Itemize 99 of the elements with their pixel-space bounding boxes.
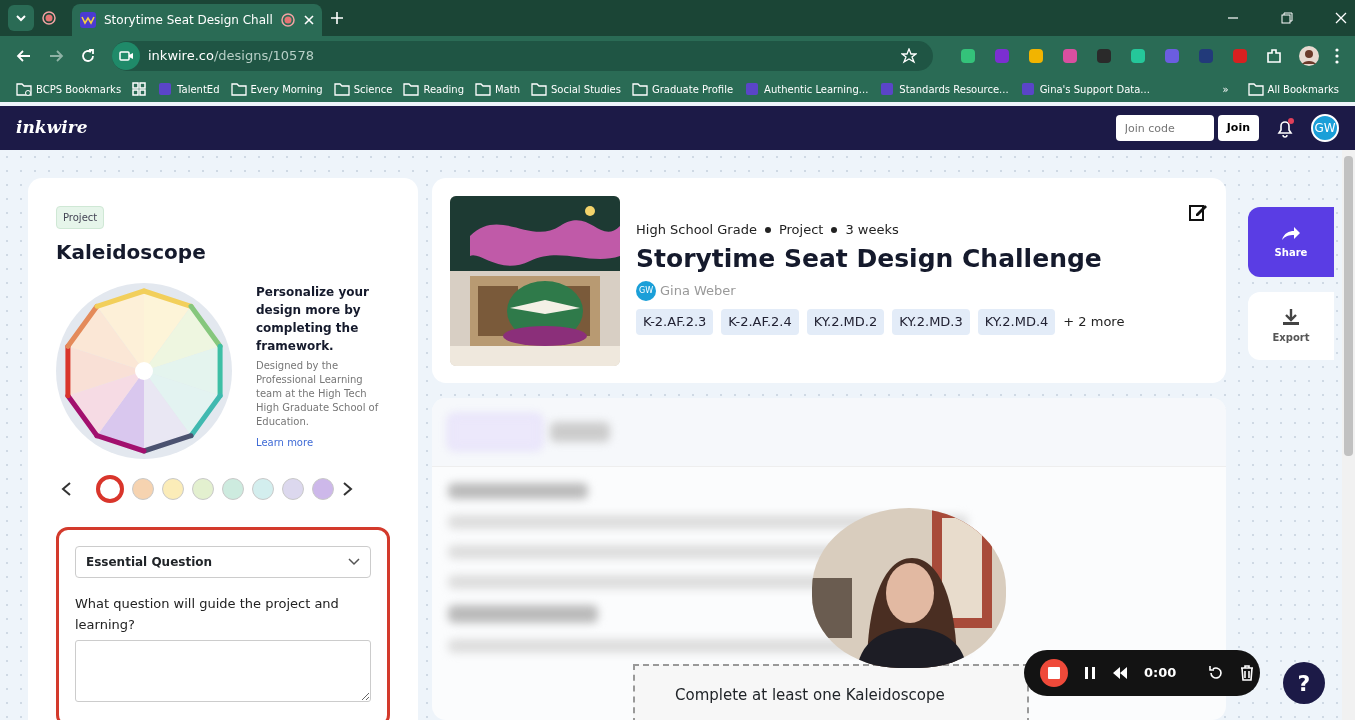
restart-icon[interactable] bbox=[1208, 665, 1225, 681]
logo[interactable]: inkwire bbox=[16, 115, 88, 141]
back-icon[interactable] bbox=[16, 48, 32, 64]
close-icon[interactable] bbox=[302, 14, 315, 26]
pause-icon[interactable] bbox=[1084, 666, 1096, 680]
standard-tag[interactable]: KY.2.MD.3 bbox=[892, 309, 970, 335]
extensions-icon[interactable] bbox=[1265, 47, 1283, 65]
stop-icon[interactable] bbox=[1040, 659, 1068, 687]
step-dot[interactable] bbox=[252, 478, 274, 500]
bookmark[interactable]: Math bbox=[475, 81, 520, 97]
share-button[interactable]: Share bbox=[1248, 207, 1334, 277]
credit-text: Designed by the Professional Learning team at the High Tech High Graduate School of Education. bbox=[256, 359, 380, 429]
share-arrow-icon bbox=[1281, 224, 1301, 241]
bookmark[interactable]: Authentic Learning... bbox=[744, 81, 869, 97]
folder-icon bbox=[230, 81, 247, 97]
profile-avatar-icon[interactable] bbox=[1299, 46, 1319, 66]
join-code-field[interactable]: Join code bbox=[1115, 115, 1214, 141]
bookmark[interactable]: Gina's Support Data... bbox=[1019, 81, 1150, 97]
bookmark[interactable]: Standards Resource... bbox=[879, 81, 1009, 97]
bullet-icon bbox=[831, 226, 838, 233]
framework-title: Kaleidoscope bbox=[56, 239, 207, 266]
step-dot[interactable] bbox=[282, 478, 304, 500]
step-dot[interactable] bbox=[132, 478, 154, 500]
all-bookmarks-button[interactable]: All Bookmarks bbox=[1247, 81, 1339, 97]
chevron-right-icon[interactable] bbox=[342, 481, 354, 497]
author-name: Gina Weber bbox=[660, 282, 736, 301]
design-title: Storytime Seat Design Challenge bbox=[636, 242, 1103, 275]
folder-icon bbox=[631, 81, 648, 97]
more-standards-link[interactable]: + 2 more bbox=[1063, 312, 1125, 332]
download-icon bbox=[1282, 307, 1300, 326]
folder-icon bbox=[531, 81, 547, 97]
new-tab-icon[interactable] bbox=[330, 11, 344, 25]
folder-icon bbox=[475, 81, 491, 97]
category-tag: Project bbox=[56, 206, 105, 229]
app-icon bbox=[1019, 81, 1036, 97]
more-bookmarks-button[interactable]: » bbox=[1222, 81, 1229, 97]
app-icon bbox=[157, 81, 174, 97]
timer-text: 0:00 bbox=[1144, 664, 1177, 683]
restore-icon[interactable] bbox=[1281, 12, 1293, 24]
bookmark[interactable]: Reading bbox=[403, 81, 464, 97]
bookmark[interactable]: TalentEd bbox=[157, 81, 220, 97]
rewind-icon[interactable] bbox=[1112, 666, 1128, 680]
site-logo-icon bbox=[80, 12, 96, 28]
folder-icon bbox=[403, 81, 420, 97]
recording-icon bbox=[280, 13, 295, 27]
url-text: inkwire.co/designs/10578 bbox=[148, 47, 315, 66]
bookmark[interactable]: Every Morning bbox=[230, 81, 323, 97]
bookmark[interactable]: Science bbox=[333, 81, 393, 97]
standard-tag[interactable]: KY.2.MD.4 bbox=[977, 309, 1056, 335]
join-button[interactable]: Join bbox=[1217, 115, 1259, 141]
chevron-down-icon bbox=[348, 558, 360, 566]
tooltip-box: Complete at least one Kaleidoscope bbox=[633, 664, 1029, 720]
notification-bell-icon[interactable] bbox=[1275, 118, 1295, 138]
dropdown-label: Essential Question bbox=[86, 554, 213, 571]
type-text: Project bbox=[778, 221, 824, 239]
step-dot[interactable] bbox=[312, 478, 334, 500]
author-avatar: GW bbox=[636, 281, 656, 301]
scrollbar-thumb[interactable] bbox=[1344, 156, 1353, 456]
step-dot[interactable] bbox=[222, 478, 244, 500]
framework-prompt: Personalize your design more by completing the framework. bbox=[256, 284, 370, 355]
tab-search-icon[interactable] bbox=[8, 5, 34, 31]
step-dot[interactable] bbox=[96, 475, 124, 503]
standard-tag[interactable]: KY.2.MD.2 bbox=[806, 309, 885, 335]
trash-icon[interactable] bbox=[1240, 665, 1255, 681]
apps-grid-icon[interactable] bbox=[132, 82, 147, 96]
folder-icon bbox=[16, 81, 32, 97]
edit-icon[interactable] bbox=[1188, 202, 1208, 222]
browser-tab[interactable]: Storytime Seat Design Chall bbox=[72, 4, 322, 36]
app-icon bbox=[744, 81, 761, 97]
section-dropdown[interactable]: Essential Question bbox=[75, 546, 371, 578]
bullet-icon bbox=[764, 226, 771, 233]
folder-icon bbox=[1247, 81, 1264, 97]
extension-icon[interactable] bbox=[1129, 47, 1147, 65]
extension-icon[interactable] bbox=[959, 47, 977, 65]
recording-icon bbox=[42, 11, 56, 25]
step-dot[interactable] bbox=[162, 478, 184, 500]
question-text: What question will guide the project and learning? bbox=[75, 595, 340, 634]
bookmark[interactable]: Graduate Profile bbox=[631, 81, 734, 97]
bookmark[interactable]: Social Studies bbox=[531, 81, 621, 97]
chevron-left-icon[interactable] bbox=[60, 481, 72, 497]
menu-icon[interactable] bbox=[1335, 48, 1339, 64]
grade-text: High School Grade bbox=[636, 221, 757, 239]
step-dot[interactable] bbox=[192, 478, 214, 500]
app-icon bbox=[879, 81, 896, 97]
kaleidoscope-wheel-drawing[interactable] bbox=[56, 283, 232, 459]
forward-icon[interactable] bbox=[48, 48, 64, 64]
learn-more-link[interactable]: Learn more bbox=[256, 437, 314, 448]
standard-tag[interactable]: K-2.AF.2.4 bbox=[721, 309, 799, 335]
close-icon[interactable] bbox=[1335, 12, 1347, 24]
folder-icon bbox=[333, 81, 350, 97]
bookmark[interactable]: BCPS Bookmarks bbox=[16, 81, 122, 97]
standard-tag[interactable]: K-2.AF.2.3 bbox=[636, 309, 714, 335]
help-button[interactable]: ? bbox=[1283, 662, 1325, 704]
address-bar[interactable]: inkwire.co/designs/10578 bbox=[112, 41, 933, 71]
reload-icon[interactable] bbox=[80, 48, 96, 64]
export-button[interactable]: Export bbox=[1248, 292, 1334, 360]
duration-text: 3 weeks bbox=[845, 221, 899, 239]
tab-title: Storytime Seat Design Chall bbox=[104, 12, 273, 29]
bookmark-star-icon[interactable] bbox=[901, 48, 917, 64]
